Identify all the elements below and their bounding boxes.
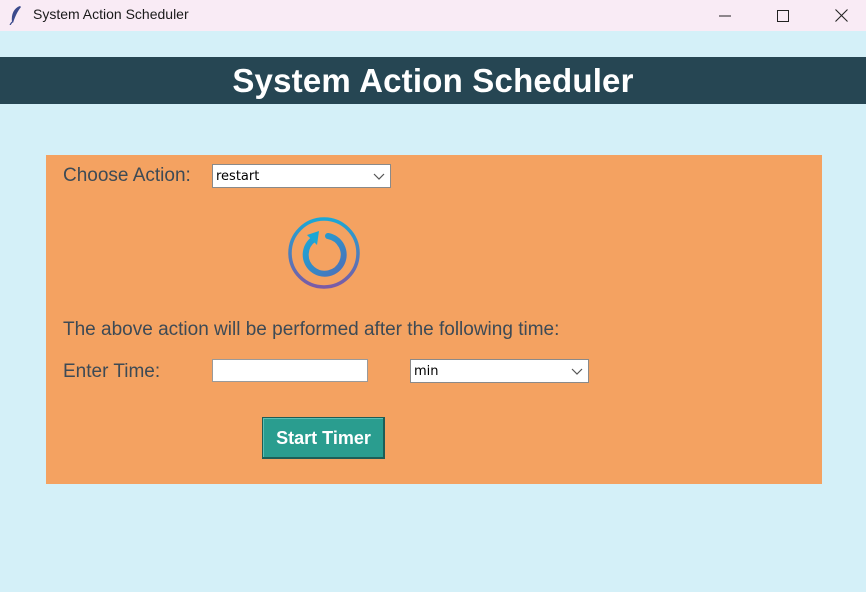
choose-action-label: Choose Action: (63, 165, 191, 186)
minimize-button[interactable] (696, 0, 754, 31)
maximize-icon (777, 9, 789, 22)
chevron-down-icon (373, 173, 385, 180)
time-unit-select[interactable]: min (410, 359, 589, 383)
page-title: System Action Scheduler (232, 61, 634, 99)
minimize-icon (719, 15, 731, 16)
enter-time-label: Enter Time: (63, 361, 161, 382)
time-unit-select-value: min (414, 364, 439, 379)
chevron-down-icon (571, 368, 583, 375)
action-select-value: restart (216, 169, 260, 184)
window-title: System Action Scheduler (33, 6, 189, 22)
time-input[interactable] (212, 359, 368, 382)
header-banner: System Action Scheduler (0, 57, 866, 104)
action-select[interactable]: restart (212, 164, 391, 188)
restart-icon (288, 217, 360, 289)
maximize-button[interactable] (754, 0, 812, 31)
close-icon (834, 9, 848, 22)
close-button[interactable] (812, 0, 866, 31)
window-titlebar: System Action Scheduler (0, 0, 866, 31)
start-timer-button[interactable]: Start Timer (262, 417, 385, 459)
info-text: The above action will be performed after… (63, 319, 560, 340)
feather-icon (9, 6, 21, 25)
